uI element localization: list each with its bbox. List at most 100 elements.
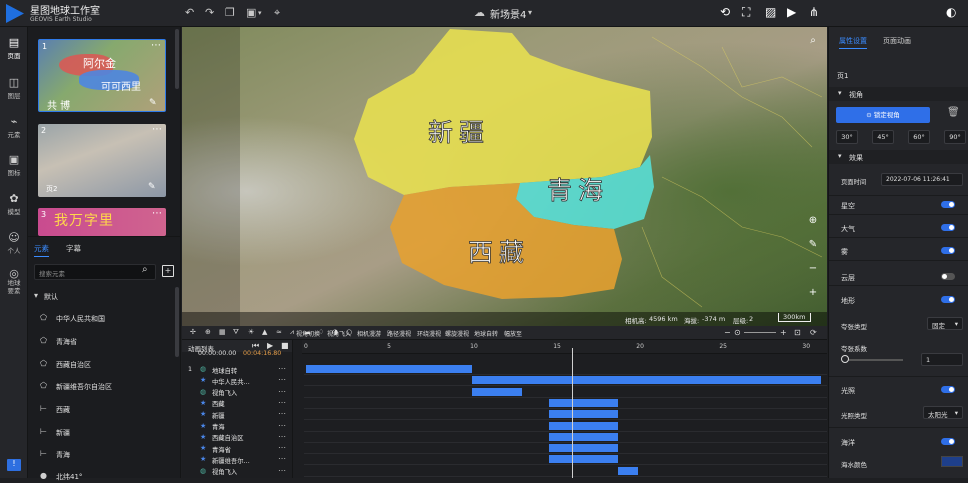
timeline-clip[interactable] — [618, 466, 639, 475]
nav-element[interactable]: ⌁ 元素 — [0, 115, 28, 139]
timeline-row[interactable]: ★ 新疆维吾尔… ⋯ — [182, 454, 292, 465]
section-view[interactable]: ▾ 视角 — [829, 87, 968, 101]
fullscreen-icon[interactable]: ⛶ — [742, 5, 750, 20]
loop-icon[interactable]: ⟳ — [810, 328, 817, 337]
angle-60-button[interactable]: 60° — [908, 130, 930, 144]
tree-group-default[interactable]: ▾ 默认 — [28, 289, 174, 303]
timeline-row[interactable]: ★ 中华人民共… ⋯ — [182, 375, 292, 386]
more-icon[interactable]: ⋯ — [152, 208, 162, 219]
tool-earth-rotate[interactable]: 地球自转 — [474, 329, 498, 338]
timeline-clip[interactable] — [548, 398, 619, 407]
timeline-row[interactable]: ★ 西藏自治区 ⋯ — [182, 432, 292, 443]
more-icon[interactable]: ⋯ — [278, 421, 286, 430]
list-item[interactable]: ⊢ 新疆 — [28, 425, 174, 439]
timeline-clip[interactable] — [548, 421, 619, 430]
history-icon[interactable]: ⟲ — [720, 5, 730, 19]
nav-layers[interactable]: ◫ 图层 — [0, 76, 28, 100]
tab-elements[interactable]: 元素 — [34, 243, 49, 257]
timeline-row[interactable]: ◍ 视角飞入 ⋯ — [182, 466, 292, 477]
page-time-input[interactable]: 2022-07-06 11:26:41 — [881, 173, 963, 186]
nav-page[interactable]: ▤ 页面 — [0, 36, 28, 60]
zoom-in-icon[interactable]: + — [806, 287, 820, 298]
angle-90-button[interactable]: 90° — [944, 130, 966, 144]
compass-icon[interactable]: ✢ — [190, 328, 196, 336]
element-search-input[interactable]: 搜索元素 — [34, 264, 156, 280]
share-icon[interactable]: ⋔ — [809, 5, 819, 19]
page-thumb-1[interactable]: 1 ⋯ 阿尔金 可可西里 共 博 ✎ — [38, 39, 166, 112]
toggle-starfield[interactable] — [941, 201, 955, 208]
nav-image[interactable]: ▣ 图标 — [0, 153, 28, 177]
toggle-ocean[interactable] — [941, 438, 955, 445]
more-icon[interactable]: ⋯ — [151, 40, 161, 51]
add-folder-icon[interactable]: + — [162, 265, 174, 277]
toggle-atmosphere[interactable] — [941, 224, 955, 231]
mountain-icon[interactable]: ▲ — [262, 328, 267, 336]
toggle-fog[interactable] — [941, 247, 955, 254]
more-icon[interactable]: ⋯ — [278, 432, 286, 441]
timeline-clip[interactable] — [548, 432, 619, 441]
tab-subtitles[interactable]: 字幕 — [66, 243, 81, 254]
timeline-row[interactable]: ★ 青海 ⋯ — [182, 421, 292, 432]
mountain2-icon[interactable]: ⩘ — [290, 328, 294, 337]
timeline-clip[interactable] — [472, 387, 522, 396]
zoom-slider[interactable] — [744, 332, 776, 333]
list-item[interactable]: ⊢ 青海 — [28, 447, 174, 461]
more-icon[interactable]: ⋯ — [152, 124, 162, 135]
tool-zoom[interactable]: 幅放至 — [504, 329, 522, 338]
zoom-out-icon[interactable]: − — [806, 263, 820, 274]
ocean-color-swatch[interactable] — [941, 456, 963, 467]
scene-chevron-icon[interactable]: ▾ — [528, 8, 532, 17]
timeline-clip[interactable] — [548, 410, 619, 419]
more-icon[interactable]: ⋯ — [278, 454, 286, 463]
play-icon[interactable]: ▶ — [267, 341, 273, 350]
earth-icon[interactable]: ◐ — [946, 5, 956, 19]
slider-knob[interactable] — [841, 355, 849, 363]
road-icon[interactable]: ⛛ — [233, 328, 239, 337]
toggle-terrain[interactable] — [941, 296, 955, 303]
more-icon[interactable]: ⋯ — [278, 364, 286, 373]
timeline-clip[interactable] — [548, 455, 619, 464]
zoom-minus-icon[interactable]: − — [724, 328, 731, 337]
timeline-row[interactable]: 1 ◍ 地球自转 ⋯ — [182, 364, 292, 375]
exaggeration-slider[interactable] — [843, 359, 903, 361]
notice-icon[interactable]: ! — [7, 459, 21, 471]
tool-orbit-roam[interactable]: 环绕漫视 — [417, 329, 441, 338]
search-icon[interactable]: ⌕ — [142, 264, 148, 275]
exaggeration-type-select[interactable]: 固定 ▾ — [927, 317, 963, 330]
list-item[interactable]: ● 北纬41° — [28, 469, 174, 483]
sun-icon[interactable]: ☀ — [248, 328, 254, 336]
search-icon[interactable]: ⌕ — [806, 35, 820, 46]
scene-title[interactable]: 新场景4 — [490, 6, 526, 21]
chevron-down-icon[interactable]: ▾ — [258, 9, 262, 17]
wave-icon[interactable]: ≈ — [276, 328, 282, 336]
play-circle-icon[interactable]: ▶ — [787, 5, 796, 19]
element-scrollbar[interactable] — [175, 287, 179, 357]
timeline-ruler[interactable]: 0 5 10 15 20 25 30 — [302, 340, 827, 354]
page-thumb-3[interactable]: 3 ⋯ 我万字里 — [38, 208, 166, 236]
section-effect[interactable]: ▾ 效果 — [829, 150, 968, 164]
nav-globe-feature[interactable]: ◎ 地球要素 — [0, 268, 28, 295]
playhead[interactable] — [571, 348, 573, 478]
page-thumb-2[interactable]: 2 ⋯ 页2 ✎ — [38, 124, 166, 197]
paste-icon[interactable]: ▣ — [246, 6, 256, 19]
screenshot-icon[interactable]: ▨ — [765, 5, 776, 19]
grid-icon[interactable]: ▦ — [219, 328, 226, 336]
timeline-clip[interactable] — [548, 444, 619, 453]
fit-icon[interactable]: ⊡ — [794, 328, 801, 337]
undo-icon[interactable]: ↶ — [185, 6, 194, 19]
locate-icon[interactable]: ⊕ — [806, 215, 820, 226]
nav-model[interactable]: ✿ 模型 — [0, 192, 28, 216]
globe-icon[interactable]: ⊕ — [205, 328, 211, 336]
more-icon[interactable]: ⋯ — [278, 387, 286, 396]
timeline-clip[interactable] — [306, 365, 473, 373]
tool-view-switch[interactable]: 视角切换 — [296, 329, 320, 338]
stop-icon[interactable]: ■ — [281, 341, 289, 350]
tab-property-settings[interactable]: 属性设置 — [839, 36, 867, 49]
more-icon[interactable]: ⋯ — [278, 375, 286, 384]
toggle-light[interactable] — [941, 386, 955, 393]
timeline-row[interactable]: ★ 新疆 ⋯ — [182, 409, 292, 420]
edit-icon[interactable]: ✎ — [148, 182, 156, 192]
trash-icon[interactable]: 🗑 — [947, 107, 960, 118]
light-type-select[interactable]: 太阳光 ▾ — [923, 406, 963, 419]
zoom-knob-icon[interactable]: ⊙ — [734, 328, 741, 337]
